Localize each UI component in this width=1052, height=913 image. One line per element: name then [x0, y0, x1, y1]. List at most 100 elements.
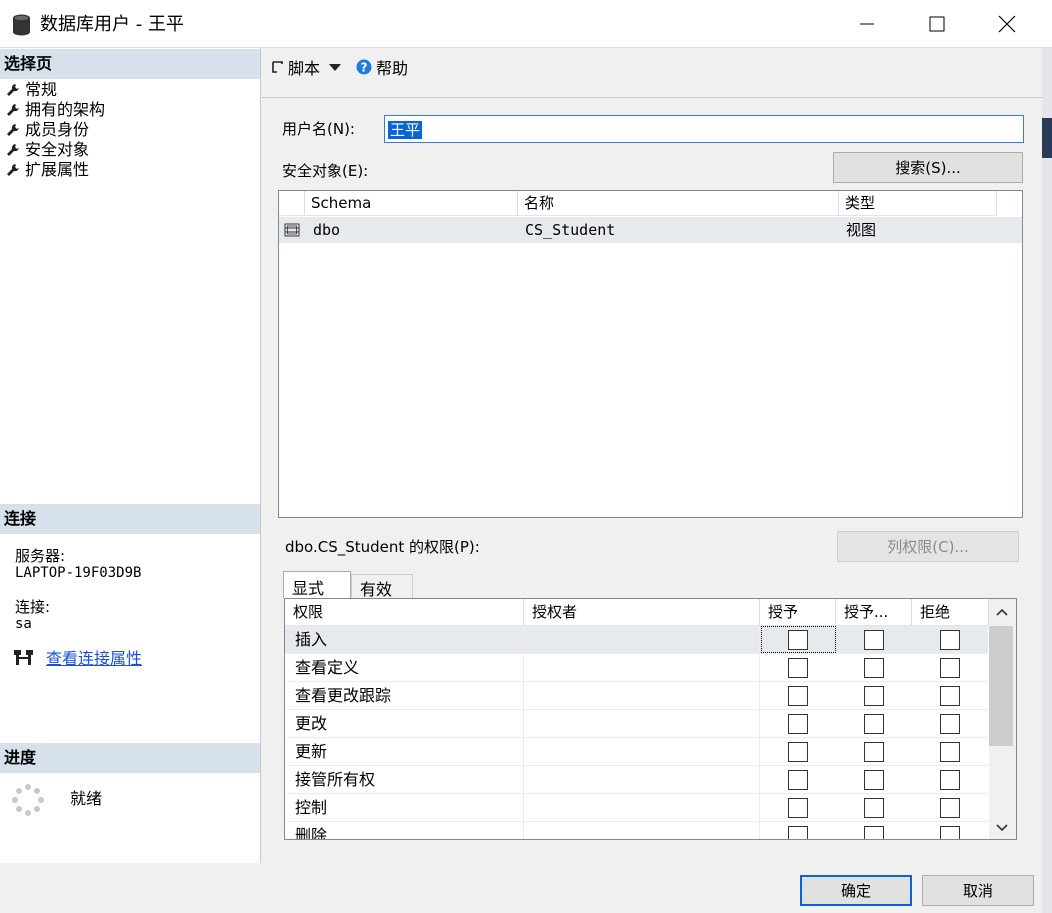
- cancel-button[interactable]: 取消: [922, 875, 1034, 906]
- permissions-grid[interactable]: 权限 授权者 授予 授予... 拒绝 插入 查看定义 查看更改跟踪 更改 更新 接管所有权…: [284, 598, 1017, 840]
- nav-item-membership[interactable]: 成员身份: [6, 120, 89, 140]
- with-grant-checkbox[interactable]: [864, 798, 884, 818]
- grant-checkbox[interactable]: [788, 798, 808, 818]
- column-header-deny[interactable]: 拒绝: [912, 599, 989, 626]
- table-row[interactable]: 接管所有权: [285, 766, 988, 794]
- deny-checkbox[interactable]: [940, 686, 960, 706]
- maximize-button[interactable]: [902, 0, 972, 48]
- permission-name: 控制: [285, 794, 524, 822]
- column-header-name[interactable]: 名称: [518, 191, 839, 216]
- grantor-cell: [524, 738, 760, 766]
- nav-item-label: 常规: [25, 80, 58, 99]
- grant-checkbox[interactable]: [788, 742, 808, 762]
- table-row[interactable]: 控制: [285, 794, 988, 822]
- permission-name: 查看定义: [285, 654, 524, 682]
- nav-item-securables[interactable]: 安全对象: [6, 140, 89, 160]
- nav-item-label: 安全对象: [25, 140, 90, 159]
- server-label: 服务器:: [15, 547, 66, 565]
- grantor-cell: [524, 682, 760, 710]
- permission-name: 插入: [285, 626, 524, 654]
- nav-item-label: 扩展属性: [25, 160, 90, 179]
- minimize-button[interactable]: [832, 0, 902, 48]
- deny-checkbox[interactable]: [940, 714, 960, 734]
- column-header-grant[interactable]: 授予: [760, 599, 836, 626]
- column-header-type[interactable]: 类型: [839, 191, 997, 216]
- grantor-cell: [524, 822, 760, 839]
- tab-explicit[interactable]: 显式: [283, 571, 351, 598]
- deny-checkbox[interactable]: [940, 770, 960, 790]
- with-grant-checkbox[interactable]: [864, 714, 884, 734]
- progress-spinner-icon: [12, 784, 44, 816]
- background-window-edge: [1042, 48, 1052, 913]
- with-grant-checkbox[interactable]: [864, 826, 884, 839]
- securables-grid[interactable]: Schema 名称 类型 dbo CS_Student 视图: [278, 190, 1023, 518]
- grant-checkbox[interactable]: [788, 826, 808, 839]
- deny-checkbox[interactable]: [940, 742, 960, 762]
- connection-header: 连接: [0, 504, 260, 534]
- grant-checkbox[interactable]: [788, 658, 808, 678]
- view-connection-properties-link[interactable]: 查看连接属性: [46, 645, 142, 669]
- permission-name: 查看更改跟踪: [285, 682, 524, 710]
- permission-name: 更改: [285, 710, 524, 738]
- deny-checkbox[interactable]: [940, 798, 960, 818]
- search-button[interactable]: 搜索(S)...: [833, 152, 1023, 183]
- dropdown-arrow-icon[interactable]: [328, 62, 342, 72]
- window-title: 数据库用户 - 王平: [40, 14, 184, 35]
- nav-item-extended-properties[interactable]: 扩展属性: [6, 160, 89, 180]
- script-icon: [272, 61, 283, 73]
- table-row[interactable]: 查看更改跟踪: [285, 682, 988, 710]
- cell-type: 视图: [846, 221, 877, 239]
- username-input[interactable]: 王平: [384, 115, 1024, 143]
- with-grant-checkbox[interactable]: [864, 770, 884, 790]
- database-icon: [13, 14, 30, 36]
- nav-item-general[interactable]: 常规: [6, 80, 57, 100]
- table-row[interactable]: 更新: [285, 738, 988, 766]
- deny-checkbox[interactable]: [940, 658, 960, 678]
- column-header-schema[interactable]: Schema: [305, 191, 518, 216]
- scroll-down-icon[interactable]: [995, 823, 1009, 833]
- help-icon: ?: [356, 59, 372, 75]
- script-button[interactable]: 脚本: [270, 55, 342, 79]
- grantor-cell: [524, 654, 760, 682]
- wrench-icon: [7, 164, 19, 176]
- with-grant-checkbox[interactable]: [864, 630, 884, 650]
- nav-item-owned-schemas[interactable]: 拥有的架构: [6, 100, 105, 120]
- permission-name: 更新: [285, 738, 524, 766]
- column-header-grantor[interactable]: 授权者: [524, 599, 760, 626]
- column-permissions-button[interactable]: 列权限(C)...: [837, 531, 1019, 562]
- ok-button[interactable]: 确定: [800, 875, 912, 906]
- nav-item-label: 拥有的架构: [25, 100, 106, 119]
- with-grant-checkbox[interactable]: [864, 686, 884, 706]
- with-grant-checkbox[interactable]: [864, 742, 884, 762]
- scroll-up-icon[interactable]: [995, 607, 1009, 617]
- progress-header: 进度: [0, 743, 260, 773]
- with-grant-checkbox[interactable]: [864, 658, 884, 678]
- permission-name: 接管所有权: [285, 766, 524, 794]
- table-row[interactable]: 插入: [285, 626, 988, 654]
- column-header-with-grant[interactable]: 授予...: [836, 599, 912, 626]
- securables-label: 安全对象(E):: [282, 162, 369, 180]
- scrollbar-thumb[interactable]: [989, 626, 1013, 746]
- table-row[interactable]: dbo CS_Student 视图: [279, 217, 1022, 243]
- deny-checkbox[interactable]: [940, 630, 960, 650]
- column-header-permission[interactable]: 权限: [285, 599, 524, 626]
- help-label: 帮助: [376, 59, 409, 78]
- table-row[interactable]: 删除: [285, 822, 988, 839]
- grant-checkbox[interactable]: [788, 770, 808, 790]
- close-button[interactable]: [972, 0, 1042, 48]
- grantor-cell: [524, 794, 760, 822]
- table-row[interactable]: 更改: [285, 710, 988, 738]
- grant-checkbox[interactable]: [788, 714, 808, 734]
- help-button[interactable]: ? 帮助: [356, 55, 408, 79]
- deny-checkbox[interactable]: [940, 826, 960, 839]
- grantor-cell: [524, 766, 760, 794]
- background-window-edge: [1042, 118, 1052, 158]
- table-object-icon: [284, 223, 300, 237]
- row-header-column: [279, 191, 305, 216]
- focus-cell: [761, 626, 836, 653]
- minimize-icon: [860, 23, 874, 25]
- tab-effective[interactable]: 有效: [351, 574, 413, 599]
- grant-checkbox[interactable]: [788, 686, 808, 706]
- connection-properties-icon: [14, 650, 33, 665]
- table-row[interactable]: 查看定义: [285, 654, 988, 682]
